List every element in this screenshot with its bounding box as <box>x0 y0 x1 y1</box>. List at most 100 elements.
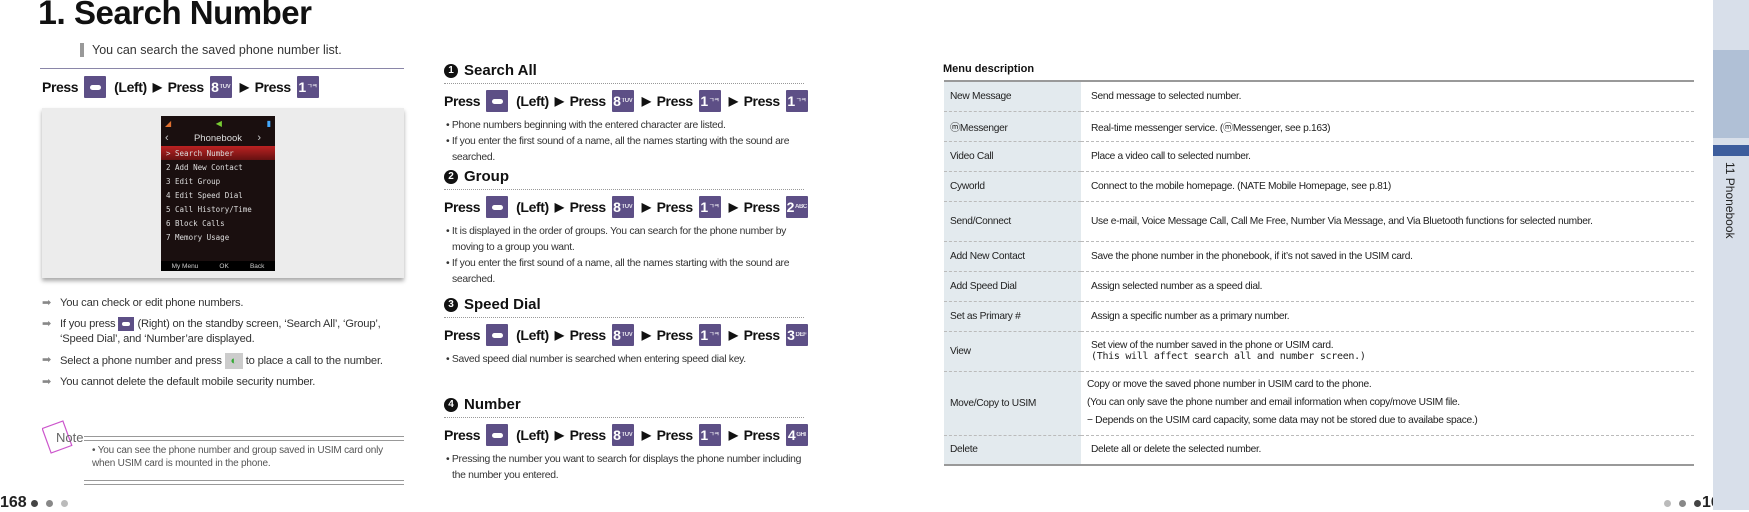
arrow-right-icon: ▶ <box>554 328 564 342</box>
key-4-icon: 4 GHI <box>785 424 808 446</box>
dot-icon <box>45 499 53 507</box>
key-8-icon: 8 TUV <box>611 424 634 446</box>
phone-menu-item: > Search Number <box>161 146 275 160</box>
list-item: • Pressing the number you want to search… <box>446 454 802 481</box>
call-key-icon: ◐ <box>224 353 243 369</box>
list-item: • Saved speed dial number is searched wh… <box>446 354 746 365</box>
table-row: Delete Delete all or delete the selected … <box>944 435 1694 466</box>
table-row: Cyworld Connect to the mobile homepage. (… <box>944 171 1694 202</box>
list-item: ➡ You can check or edit phone numbers. <box>42 297 244 309</box>
table-row: Send/Connect Use e-mail, Voice Message Ca… <box>944 201 1694 242</box>
soft-key-icon <box>118 317 135 332</box>
section-speed-dial: 3 Speed Dial Press (Left) ▶ Press 8 TUV ▶ Press 1 ㄱ… <box>444 296 816 368</box>
key-1-icon: 1 ㄱㅋ <box>698 324 721 346</box>
key-3-icon: 3 DEF <box>785 324 808 346</box>
key-1-icon: 1 ㄱㅋ <box>296 76 319 98</box>
chevron-left-icon: ‹ <box>165 132 169 144</box>
signal-icon: ◢ <box>165 118 172 128</box>
table-row: New Message Send message to selected numb… <box>944 81 1694 112</box>
list-item: • Phone numbers beginning with the enter… <box>446 120 726 131</box>
arrow-right-icon: ▶ <box>641 200 651 214</box>
table-row: ⓜMessenger Real-time messenger service. (… <box>944 111 1694 142</box>
dotted-divider <box>444 189 804 190</box>
dot-icon <box>1679 499 1686 507</box>
arrow-bullet-icon: ➡ <box>42 318 52 330</box>
section-notes: • Saved speed dial number is searched wh… <box>444 352 804 368</box>
arrow-right-icon: ▶ <box>554 94 564 108</box>
key-path: Press (Left) ▶ Press 8 TUV ▶ Press 1 ㄱㅋ ▶ Press 2 ABC <box>444 196 816 218</box>
phone-screen-title: ‹ Phonebook › <box>165 132 261 144</box>
key-1-icon: 1 ㄱㅋ <box>698 196 721 218</box>
arrow-bullet-icon: ➡ <box>42 376 52 388</box>
page-title: 1. Search Number <box>38 0 312 32</box>
key-8-icon: 8 TUV <box>611 324 634 346</box>
number-badge-icon: 1 <box>444 63 458 78</box>
number-badge-icon: 3 <box>444 297 458 312</box>
section-heading: 2 Group <box>444 168 816 185</box>
phone-menu-item: 4 Edit Speed Dial <box>166 190 243 200</box>
table-row: Add Speed Dial Assign selected number as … <box>944 271 1694 302</box>
soft-key-icon <box>486 196 509 218</box>
arrow-bullet-icon: ➡ <box>42 354 52 366</box>
number-badge-icon: 4 <box>444 397 458 412</box>
info-list: ➡ You can check or edit phone numbers. ➡ I… <box>42 296 412 396</box>
arrow-right-icon: ▶ <box>728 94 738 108</box>
note-divider <box>84 436 404 441</box>
table-row: Set as Primary # Assign a specific number… <box>944 301 1694 332</box>
section-notes: • It is displayed in the order of groups… <box>444 224 804 288</box>
list-item: • If you enter the first sound of a name… <box>446 258 790 285</box>
table-row: Video Call Place a video call to selected… <box>944 141 1694 172</box>
tab-block <box>1713 50 1749 138</box>
arrow-right-icon: ▶ <box>152 80 162 94</box>
soft-key-icon <box>486 324 509 346</box>
arrow-right-icon: ▶ <box>239 80 249 94</box>
table-row: Add New Contact Save the phone number in … <box>944 241 1694 272</box>
key-1-icon: 1 ㄱㅋ <box>785 90 808 112</box>
key-8-icon: 8 TUV <box>209 76 232 98</box>
list-item: • If you enter the first sound of a name… <box>446 136 790 163</box>
sound-icon: ◀ <box>215 118 222 128</box>
section-notes: • Pressing the number you want to search… <box>444 452 804 484</box>
page-subtitle: You can search the saved phone number li… <box>80 43 342 57</box>
key-path: Press (Left) ▶ Press 8 TUV ▶ Press 1 ㄱㅋ <box>42 76 327 98</box>
key-path: Press (Left) ▶ Press 8 TUV ▶ Press 1 ㄱㅋ ▶ Press 1 ㄱㅋ <box>444 90 816 112</box>
phone-menu-item: 6 Block Calls <box>166 218 225 228</box>
dot-icon <box>60 499 68 507</box>
menu-description-table: New Message Send message to selected numb… <box>944 80 1694 466</box>
chapter-tab[interactable]: 11 Phonebook <box>1713 0 1749 510</box>
phone-menu-item: 2 Add New Contact <box>166 162 243 172</box>
notepad-icon: Note <box>41 420 84 456</box>
key-path: Press (Left) ▶ Press 8 TUV ▶ Press 1 ㄱㅋ ▶ Press 4 GHI <box>444 424 816 446</box>
key-1-icon: 1 ㄱㅋ <box>698 424 721 446</box>
tab-accent <box>1713 145 1749 156</box>
section-number: 4 Number Press (Left) ▶ Press 8 TUV ▶ Press 1 ㄱㅋ ▶ Pr… <box>444 396 816 484</box>
section-search-all: 1 Search All Press (Left) ▶ Press 8 TUV ▶ Press 1 ㄱ… <box>444 62 816 166</box>
key-1-icon: 1 ㄱㅋ <box>698 90 721 112</box>
divider <box>40 68 404 69</box>
arrow-right-icon: ▶ <box>554 428 564 442</box>
soft-key-icon <box>486 424 509 446</box>
list-item: ➡ Select a phone number and press ◐ to plac… <box>42 353 383 369</box>
dot-icon <box>30 499 38 507</box>
arrow-bullet-icon: ➡ <box>42 297 52 309</box>
key-path: Press (Left) ▶ Press 8 TUV ▶ Press 1 ㄱㅋ ▶ Press 3 DEF <box>444 324 816 346</box>
arrow-right-icon: ▶ <box>554 200 564 214</box>
list-item: • It is displayed in the order of groups… <box>446 226 787 253</box>
softkey-bar: My Menu OK Back <box>161 261 275 271</box>
arrow-right-icon: ▶ <box>728 428 738 442</box>
number-badge-icon: 2 <box>444 169 458 184</box>
phone-screen: ◢ ◀ ▮ ‹ Phonebook › > Search Number 2 Ad… <box>161 116 275 271</box>
soft-key-icon <box>84 76 107 98</box>
chapter-label: 11 Phonebook <box>1723 162 1737 239</box>
phone-menu-item: 7 Memory Usage <box>166 232 230 242</box>
chevron-right-icon: › <box>257 132 261 144</box>
key-2-icon: 2 ABC <box>785 196 808 218</box>
dotted-divider <box>444 417 804 418</box>
section-group: 2 Group Press (Left) ▶ Press 8 TUV ▶ Press 1 ㄱㅋ ▶ Pre… <box>444 168 816 288</box>
arrow-right-icon: ▶ <box>728 200 738 214</box>
dotted-divider <box>444 317 804 318</box>
soft-key-icon <box>486 90 509 112</box>
arrow-right-icon: ▶ <box>641 94 651 108</box>
arrow-right-icon: ▶ <box>728 328 738 342</box>
arrow-right-icon: ▶ <box>641 428 651 442</box>
